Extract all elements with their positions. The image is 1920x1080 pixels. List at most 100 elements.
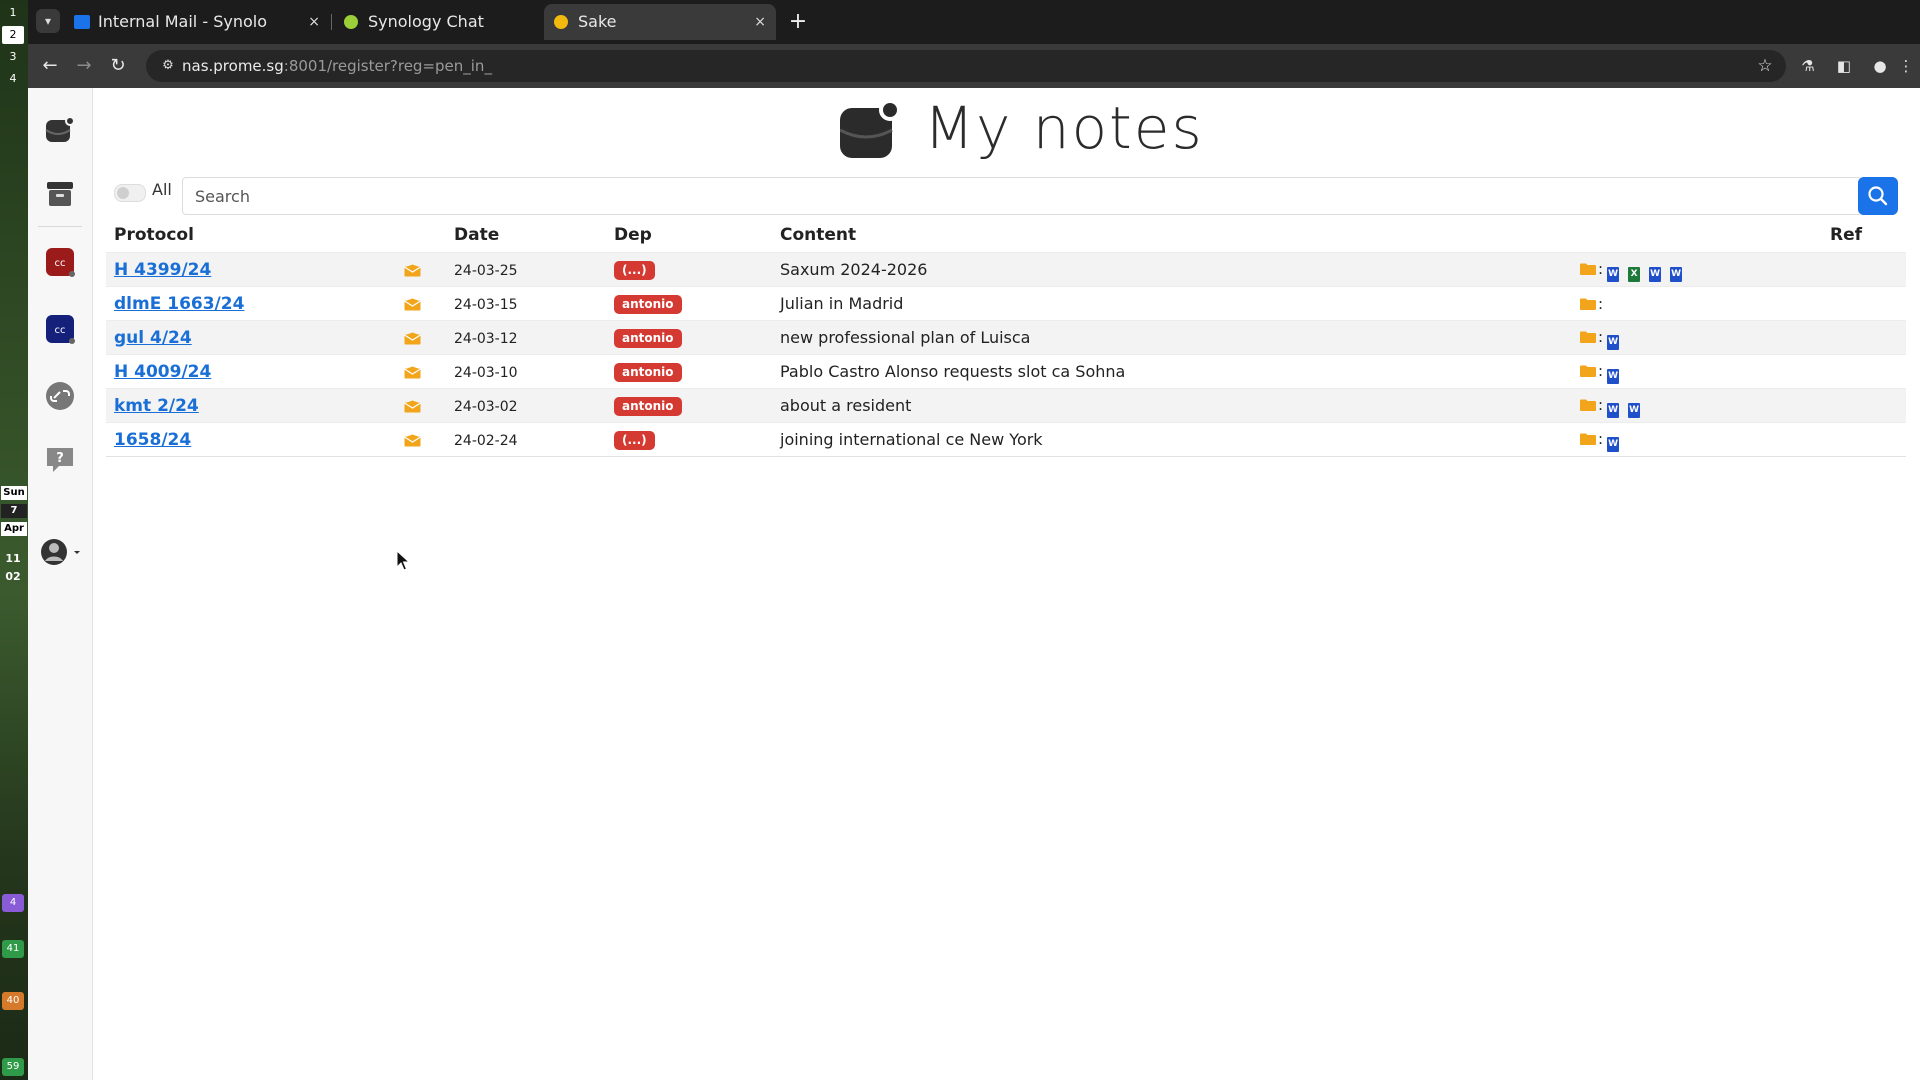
tab-synology-chat[interactable]: Synology Chat × (334, 4, 566, 40)
row-content: Saxum 2024-2026 (780, 260, 928, 279)
dep-badge: antonio (614, 397, 682, 416)
row-date: 24-03-10 (454, 365, 518, 381)
tab-sake[interactable]: Sake × (544, 4, 776, 40)
tab-bar: ▾ Internal Mail - Synolo × Synology Chat… (28, 0, 1920, 44)
app-header: My notes (28, 88, 1920, 168)
column-header-protocol[interactable]: Protocol (106, 218, 396, 253)
bookmark-star-icon[interactable]: ☆ (1754, 55, 1776, 77)
word-file-icon[interactable]: W (1607, 403, 1620, 418)
tray-badge-orange[interactable]: 40 (2, 992, 24, 1010)
column-header-ref[interactable]: Ref (1822, 218, 1906, 253)
side-panel-icon[interactable]: ◧ (1832, 54, 1856, 78)
excel-file-icon[interactable]: X (1628, 267, 1641, 282)
tray-badge-green-2[interactable]: 59 (2, 1058, 24, 1076)
protocol-link[interactable]: H 4399/24 (114, 260, 211, 280)
mail-icon[interactable] (404, 332, 421, 345)
search-button[interactable] (1858, 177, 1898, 215)
mail-icon[interactable] (404, 434, 421, 447)
tray-badge-purple[interactable]: 4 (2, 894, 24, 912)
word-file-icon[interactable]: W (1670, 267, 1683, 282)
reload-icon[interactable]: ↻ (106, 54, 130, 78)
protocol-link[interactable]: gul 4/24 (114, 328, 192, 348)
folder-icon[interactable] (1580, 365, 1596, 377)
column-header-date[interactable]: Date (446, 218, 606, 253)
folder-icon[interactable] (1580, 298, 1596, 310)
toggle-knob (117, 187, 129, 199)
row-ref (1822, 286, 1906, 321)
mail-icon[interactable] (404, 366, 421, 379)
table-row[interactable]: dlmE 1663/24 24-03-15 antonio Julian in Mad… (106, 286, 1906, 321)
dep-badge: antonio (614, 363, 682, 382)
url-text[interactable]: nas.prome.sg:8001/register?reg=pen_in_ (182, 50, 492, 82)
table-row[interactable]: gul 4/24 24-03-12 antonio new professional … (106, 320, 1906, 355)
mail-icon[interactable] (404, 298, 421, 311)
word-file-icon[interactable]: W (1607, 369, 1620, 384)
close-icon[interactable]: × (308, 4, 320, 40)
word-file-icon[interactable]: W (1607, 267, 1620, 282)
menu-kebab-icon[interactable]: ⋮ (1894, 54, 1918, 78)
cc-blue-icon[interactable]: cc (44, 313, 76, 345)
workspace-3[interactable]: 3 (2, 48, 24, 66)
tab-search-button[interactable]: ▾ (36, 9, 60, 33)
tab-title: Synology Chat (368, 12, 484, 31)
address-bar[interactable]: ⚙ nas.prome.sg:8001/register?reg=pen_in_… (146, 50, 1786, 82)
protocol-link[interactable]: dlmE 1663/24 (114, 294, 244, 314)
tab-internal-mail[interactable]: Internal Mail - Synolo × (64, 4, 330, 40)
sidebar-divider (38, 226, 82, 227)
help-question-icon[interactable]: ? (44, 444, 76, 476)
word-file-icon[interactable]: W (1649, 267, 1662, 282)
workspace-1[interactable]: 1 (2, 4, 24, 22)
mail-icon[interactable] (404, 400, 421, 413)
protocol-link[interactable]: H 4009/24 (114, 362, 211, 382)
sake-icon (554, 15, 568, 29)
all-toggle-label: All (152, 180, 172, 199)
user-avatar-icon[interactable] (40, 536, 82, 568)
table-row[interactable]: kmt 2/24 24-03-02 antonio about a resident:… (106, 388, 1906, 423)
row-content: Pablo Castro Alonso requests slot ca Soh… (780, 362, 1126, 381)
word-file-icon[interactable]: W (1607, 335, 1620, 350)
profile-icon[interactable]: ● (1868, 54, 1892, 78)
synology-mail-icon (74, 15, 90, 29)
calendar-day: Sun (1, 486, 27, 500)
ref-separator: : (1598, 362, 1604, 380)
folder-icon[interactable] (1580, 331, 1596, 343)
workspace-4[interactable]: 4 (2, 70, 24, 88)
tray-badge-green[interactable]: 41 (2, 940, 24, 958)
column-header-content[interactable]: Content (772, 218, 1572, 253)
word-file-icon[interactable]: W (1607, 437, 1620, 452)
folder-icon[interactable] (1580, 263, 1596, 275)
row-date: 24-03-25 (454, 263, 518, 279)
page-title: My notes (924, 94, 1204, 162)
ref-separator: : (1598, 295, 1604, 313)
protocol-link[interactable]: kmt 2/24 (114, 396, 199, 416)
table-row[interactable]: H 4399/24 24-03-25 (...) Saxum 2024-2026: W X… (106, 252, 1906, 287)
mail-icon[interactable] (404, 264, 421, 277)
search-input[interactable] (182, 177, 1862, 215)
workspace-2[interactable]: 2 (2, 26, 24, 44)
row-ref (1822, 388, 1906, 423)
folder-icon[interactable] (1580, 433, 1596, 445)
column-header-dep[interactable]: Dep (606, 218, 772, 253)
app-sidebar: cc cc ? (28, 88, 93, 1080)
word-file-icon[interactable]: W (1628, 403, 1641, 418)
archive-box-icon[interactable] (44, 178, 76, 210)
row-date: 24-03-15 (454, 297, 518, 313)
cc-red-icon[interactable]: cc (44, 246, 76, 278)
table-row[interactable]: H 4009/24 24-03-10 antonio Pablo Castro Alo… (106, 354, 1906, 389)
forward-arrow-icon[interactable]: → (72, 54, 96, 78)
new-tab-button[interactable]: + (784, 8, 812, 36)
back-arrow-icon[interactable]: ← (38, 54, 62, 78)
row-date: 24-02-24 (454, 433, 518, 449)
table-row[interactable]: 1658/24 24-02-24 (...) joining internationa… (106, 422, 1906, 457)
link-chain-icon[interactable] (44, 380, 76, 412)
all-toggle[interactable] (114, 184, 146, 202)
folder-icon[interactable] (1580, 399, 1596, 411)
row-ref (1822, 422, 1906, 457)
tab-separator (331, 14, 332, 30)
notes-table: Protocol Date Dep Content Ref H 4399/24 2… (106, 218, 1906, 457)
dep-badge: antonio (614, 295, 682, 314)
site-settings-icon[interactable]: ⚙ (158, 56, 178, 76)
close-icon[interactable]: × (754, 4, 766, 40)
labs-flask-icon[interactable]: ⚗ (1796, 54, 1820, 78)
protocol-link[interactable]: 1658/24 (114, 430, 191, 450)
